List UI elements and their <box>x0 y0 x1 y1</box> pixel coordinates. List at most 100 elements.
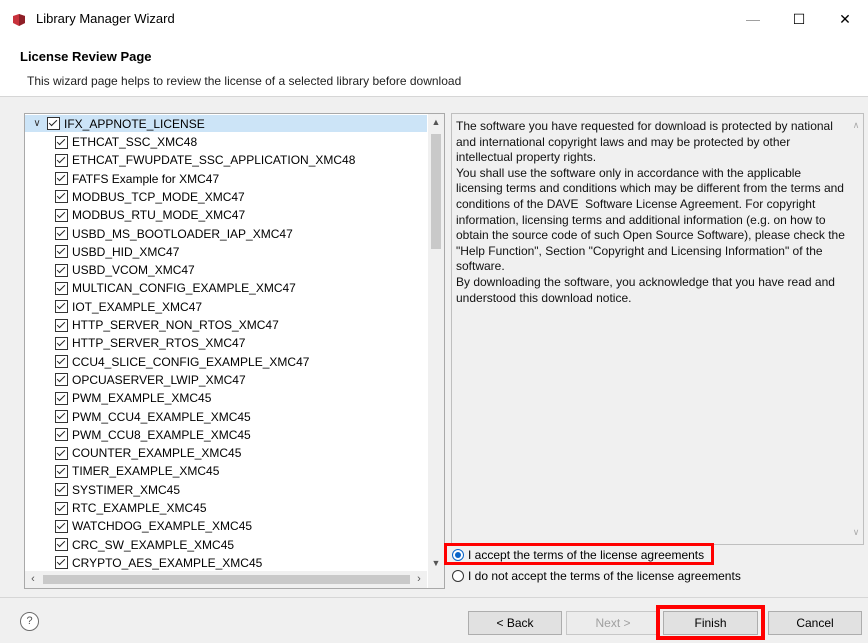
accept-highlight-box <box>444 543 714 565</box>
tree-item-checkbox[interactable] <box>55 428 68 442</box>
decline-label[interactable]: I do not accept the terms of the license… <box>468 569 741 583</box>
tree-item[interactable]: COUNTER_EXAMPLE_XMC45 <box>55 444 241 462</box>
decline-radio[interactable] <box>452 569 464 582</box>
tree-vscroll-thumb[interactable] <box>431 134 441 249</box>
tree-item-checkbox[interactable] <box>55 355 68 369</box>
tree-item-checkbox[interactable] <box>55 410 68 423</box>
tree-item-label: TIMER_EXAMPLE_XMC45 <box>72 464 220 479</box>
tree-item[interactable]: PWM_EXAMPLE_XMC45 <box>55 389 211 407</box>
tree-item-checkbox[interactable] <box>55 245 68 259</box>
tree-item[interactable]: FATFS Example for XMC47 <box>55 170 219 188</box>
license-scroll-up-icon[interactable]: ∧ <box>849 120 863 131</box>
tree-item-label: CCU4_SLICE_CONFIG_EXAMPLE_XMC47 <box>72 354 310 369</box>
tree-item-label: MULTICAN_CONFIG_EXAMPLE_XMC47 <box>72 281 296 296</box>
wizard-header: License Review Page This wizard page hel… <box>0 38 868 97</box>
tree-vertical-scrollbar[interactable]: ▲ ▼ <box>428 114 444 571</box>
license-text-panel[interactable]: The software you have requested for down… <box>451 113 864 545</box>
title-bar: Library Manager Wizard — ☐ ✕ <box>0 0 868 38</box>
tree-root-item[interactable]: ∨ IFX_APPNOTE_LICENSE <box>25 115 427 132</box>
tree-item-checkbox[interactable] <box>55 519 68 533</box>
window-title: Library Manager Wizard <box>36 11 175 26</box>
tree-item-checkbox[interactable] <box>55 464 68 478</box>
page-description: This wizard page helps to review the lic… <box>27 74 462 88</box>
library-tree: ∨ IFX_APPNOTE_LICENSE ETHCAT_SSC_XMC48 ET… <box>24 113 445 589</box>
tree-item[interactable]: TIMER_EXAMPLE_XMC45 <box>55 462 219 480</box>
tree-item-checkbox[interactable] <box>55 263 68 277</box>
scroll-corner <box>428 571 444 588</box>
tree-item[interactable]: RTC_EXAMPLE_XMC45 <box>55 499 207 517</box>
tree-list: ∨ IFX_APPNOTE_LICENSE ETHCAT_SSC_XMC48 ET… <box>25 114 427 571</box>
tree-item-label: SYSTIMER_XMC45 <box>72 482 181 497</box>
tree-item-checkbox[interactable] <box>55 391 68 405</box>
maximize-button[interactable]: ☐ <box>776 0 822 38</box>
tree-item[interactable]: CCU4_SLICE_CONFIG_EXAMPLE_XMC47 <box>55 353 309 371</box>
tree-hscroll-thumb[interactable] <box>43 575 410 584</box>
close-button[interactable]: ✕ <box>822 0 868 38</box>
tree-item[interactable]: PWM_CCU4_EXAMPLE_XMC45 <box>55 408 251 426</box>
scroll-right-icon[interactable]: › <box>411 571 427 588</box>
tree-item-checkbox[interactable] <box>55 336 68 350</box>
tree-horizontal-scrollbar[interactable]: ‹ › <box>25 571 427 588</box>
tree-item[interactable]: USBD_MS_BOOTLOADER_IAP_XMC47 <box>55 225 293 243</box>
tree-item-checkbox[interactable] <box>55 318 68 332</box>
tree-item-label: FATFS Example for XMC47 <box>72 171 220 186</box>
tree-item[interactable]: CRYPTO_AES_EXAMPLE_XMC45 <box>55 554 262 571</box>
license-scrollbar[interactable]: ∧ ∨ <box>849 114 863 544</box>
tree-item[interactable]: IOT_EXAMPLE_XMC47 <box>55 298 202 316</box>
scroll-left-icon[interactable]: ‹ <box>25 571 41 588</box>
tree-item-checkbox[interactable] <box>55 153 68 167</box>
tree-item-checkbox[interactable] <box>55 556 68 570</box>
tree-item[interactable]: USBD_VCOM_XMC47 <box>55 261 195 279</box>
tree-item-checkbox[interactable] <box>55 172 68 186</box>
tree-item-checkbox[interactable] <box>55 190 68 204</box>
tree-item-checkbox[interactable] <box>55 135 68 149</box>
tree-item-checkbox[interactable] <box>55 300 68 314</box>
tree-item-checkbox[interactable] <box>55 281 68 295</box>
tree-item[interactable]: PWM_CCU8_EXAMPLE_XMC45 <box>55 426 251 444</box>
tree-item-label: PWM_CCU4_EXAMPLE_XMC45 <box>72 409 251 424</box>
tree-item-checkbox[interactable] <box>55 446 68 460</box>
help-icon[interactable]: ? <box>20 612 39 631</box>
tree-item-checkbox[interactable] <box>55 538 68 552</box>
minimize-button[interactable]: — <box>730 0 776 38</box>
root-checkbox[interactable] <box>47 117 60 130</box>
next-button-label: Next > <box>595 616 631 630</box>
tree-item[interactable]: ETHCAT_SSC_XMC48 <box>55 133 197 151</box>
tree-item-checkbox[interactable] <box>55 483 68 497</box>
back-button[interactable]: < Back <box>468 611 562 635</box>
tree-item[interactable]: HTTP_SERVER_NON_RTOS_XMC47 <box>55 316 279 334</box>
app-icon <box>13 14 25 26</box>
tree-item[interactable]: SYSTIMER_XMC45 <box>55 481 180 499</box>
tree-item-checkbox[interactable] <box>55 208 68 222</box>
license-text: The software you have requested for down… <box>456 119 845 305</box>
tree-item[interactable]: USBD_HID_XMC47 <box>55 243 179 261</box>
scroll-down-icon[interactable]: ▼ <box>428 555 444 571</box>
tree-item-label: USBD_HID_XMC47 <box>72 244 180 259</box>
tree-item-label: COUNTER_EXAMPLE_XMC45 <box>72 446 242 461</box>
tree-item-label: USBD_MS_BOOTLOADER_IAP_XMC47 <box>72 226 293 241</box>
scroll-up-icon[interactable]: ▲ <box>428 114 444 130</box>
tree-item[interactable]: HTTP_SERVER_RTOS_XMC47 <box>55 334 245 352</box>
tree-item[interactable]: OPCUASERVER_LWIP_XMC47 <box>55 371 246 389</box>
page-title: License Review Page <box>20 49 152 64</box>
tree-item[interactable]: MULTICAN_CONFIG_EXAMPLE_XMC47 <box>55 279 296 297</box>
license-scroll-down-icon[interactable]: ∨ <box>849 527 863 538</box>
tree-item-label: CRYPTO_AES_EXAMPLE_XMC45 <box>72 555 263 570</box>
tree-item-label: PWM_EXAMPLE_XMC45 <box>72 391 212 406</box>
collapse-chevron-icon[interactable]: ∨ <box>31 118 43 129</box>
tree-item[interactable]: MODBUS_TCP_MODE_XMC47 <box>55 188 245 206</box>
tree-item-checkbox[interactable] <box>55 227 68 240</box>
decline-option[interactable]: I do not accept the terms of the license… <box>452 567 741 584</box>
tree-item-label: HTTP_SERVER_NON_RTOS_XMC47 <box>72 318 279 332</box>
tree-item[interactable]: ETHCAT_FWUPDATE_SSC_APPLICATION_XMC48 <box>55 151 355 169</box>
cancel-button-label: Cancel <box>796 616 834 630</box>
tree-item-label: ETHCAT_FWUPDATE_SSC_APPLICATION_XMC48 <box>72 153 356 168</box>
tree-root-label: IFX_APPNOTE_LICENSE <box>64 116 205 131</box>
cancel-button[interactable]: Cancel <box>768 611 862 635</box>
tree-item[interactable]: CRC_SW_EXAMPLE_XMC45 <box>55 536 234 554</box>
next-button[interactable]: Next > <box>566 611 660 635</box>
tree-item[interactable]: MODBUS_RTU_MODE_XMC47 <box>55 206 245 224</box>
tree-item-checkbox[interactable] <box>55 501 68 515</box>
tree-item[interactable]: WATCHDOG_EXAMPLE_XMC45 <box>55 517 252 535</box>
tree-item-checkbox[interactable] <box>55 373 68 387</box>
